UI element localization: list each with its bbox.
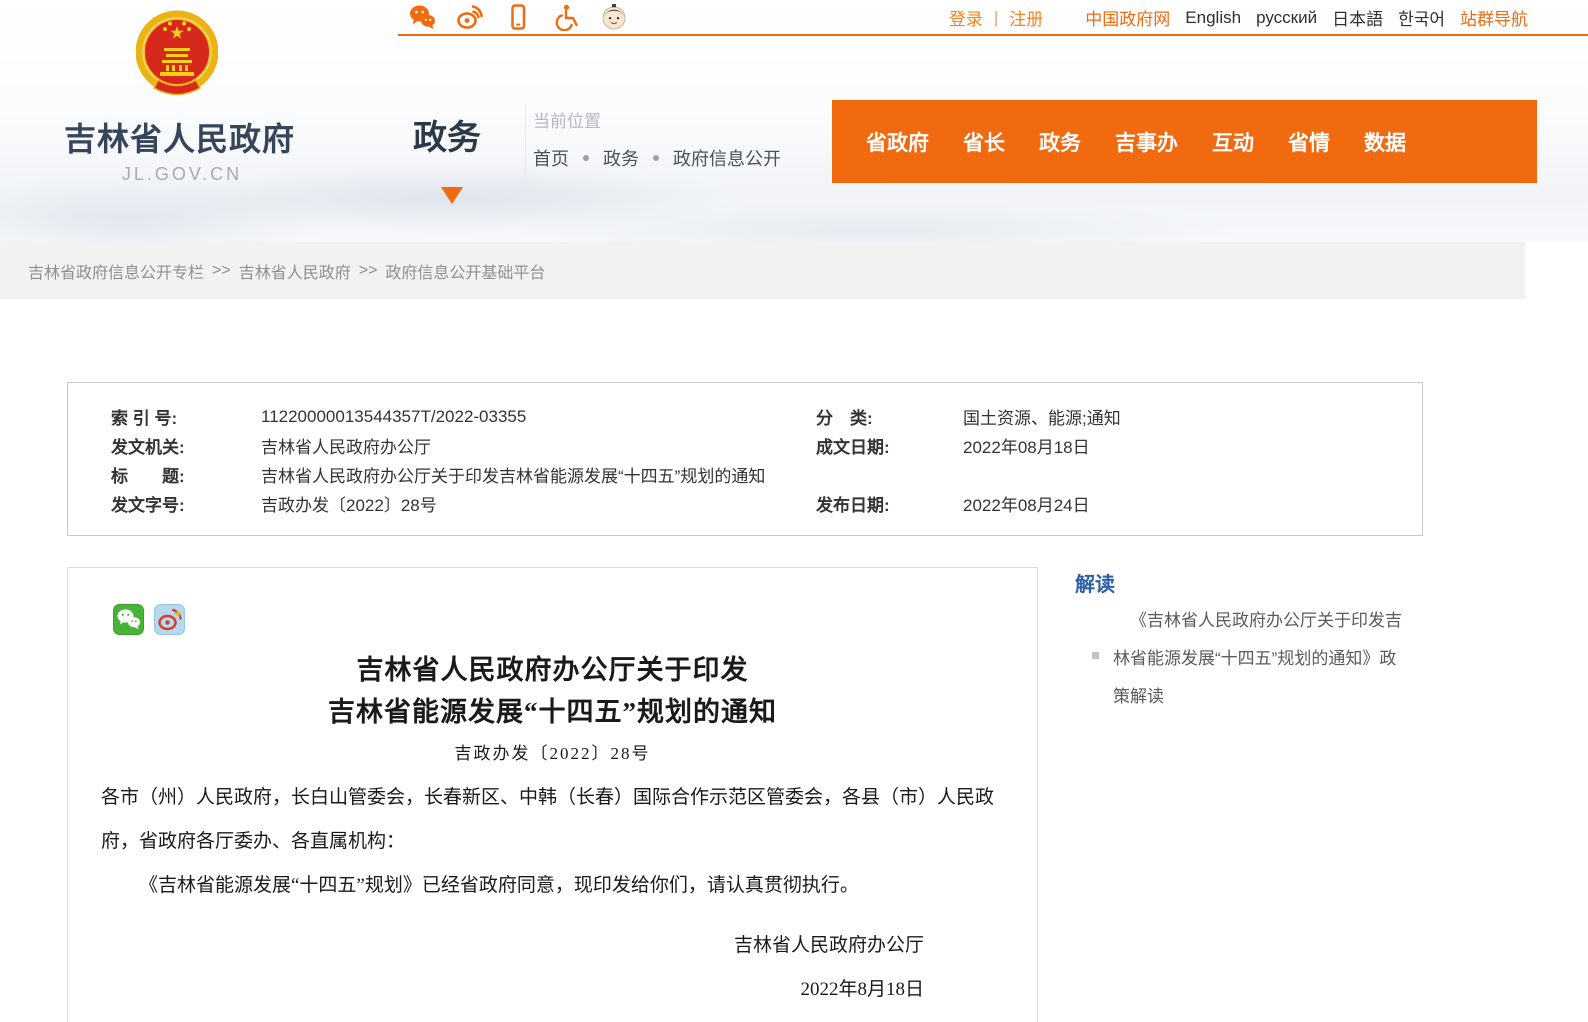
nav-item-jishiban[interactable]: 吉事办	[1115, 127, 1178, 157]
weibo-icon[interactable]	[456, 3, 484, 31]
meta-row: 标 题: 吉林省人民政府办公厅关于印发吉林省能源发展“十四五”规划的通知	[111, 460, 1422, 489]
meta-value-title: 吉林省人民政府办公厅关于印发吉林省能源发展“十四五”规划的通知	[261, 462, 1422, 487]
list-bullet-icon	[1092, 652, 1099, 659]
signature-name: 吉林省人民政府办公厅	[68, 924, 924, 968]
meta-row: 发文机关: 吉林省人民政府办公厅 成文日期: 2022年08月18日	[111, 431, 1422, 460]
lang-english-link[interactable]: English	[1185, 8, 1241, 28]
document-body: 各市（州）人民政府，长白山管委会，长春新区、中韩（长春）国际合作示范区管委会，各…	[101, 776, 1004, 908]
meta-value-publish-date: 2022年08月24日	[963, 491, 1422, 516]
section-tab-zhengwu[interactable]: 政务	[413, 110, 481, 159]
page: 登录 | 注册 中国政府网 English русский 日本語 한국어 站群…	[0, 0, 1588, 1022]
info-platform-breadcrumb: 吉林省政府信息公开专栏 >> 吉林省人民政府 >> 政府信息公开基础平台	[28, 242, 545, 299]
public-release-note: （此件公开发布）	[68, 1012, 1037, 1022]
accessibility-icon[interactable]	[552, 3, 580, 31]
topbar-icons	[408, 1, 628, 33]
info-crumb-platform[interactable]: 政府信息公开基础平台	[385, 259, 545, 283]
wechat-icon[interactable]	[408, 3, 436, 31]
nav-item-province-info[interactable]: 省情	[1288, 127, 1330, 157]
breadcrumb-dot-icon	[583, 155, 589, 161]
meta-value-issuing-agency: 吉林省人民政府办公厅	[261, 433, 816, 458]
document-content-box: 吉林省人民政府办公厅关于印发 吉林省能源发展“十四五”规划的通知 吉政办发〔20…	[67, 567, 1038, 1022]
nav-item-interaction[interactable]: 互动	[1212, 127, 1254, 157]
signature-date: 2022年8月18日	[68, 968, 924, 1012]
document-paragraph-addressees: 各市（州）人民政府，长白山管委会，长春新区、中韩（长春）国际合作示范区管委会，各…	[101, 776, 1004, 864]
document-meta-box: 索 引 号: 11220000013544357T/2022-03355 分 类…	[67, 382, 1423, 536]
meta-label-written-date: 成文日期:	[816, 433, 963, 458]
meta-label-doc-number: 发文字号:	[111, 491, 261, 516]
login-divider: |	[994, 8, 998, 28]
share-wechat-icon[interactable]	[113, 604, 144, 635]
nav-item-zhengwu[interactable]: 政务	[1039, 127, 1081, 157]
lang-korean-link[interactable]: 한국어	[1398, 5, 1445, 30]
topbar-links: 登录 | 注册 中国政府网 English русский 日本語 한국어 站群…	[949, 5, 1528, 30]
interpretation-link[interactable]: 《吉林省人民政府办公厅关于印发吉林省能源发展“十四五”规划的通知》政策解读	[1113, 602, 1413, 716]
info-crumb-separator: >>	[359, 262, 378, 280]
lang-russian-link[interactable]: русский	[1256, 8, 1317, 28]
meta-value-category: 国土资源、能源;通知	[963, 404, 1422, 429]
nav-item-provincial-gov[interactable]: 省政府	[866, 127, 929, 157]
nav-item-governor[interactable]: 省长	[963, 127, 1005, 157]
current-location-label: 当前位置	[533, 107, 601, 132]
meta-value-written-date: 2022年08月18日	[963, 433, 1422, 458]
meta-row: 发文字号: 吉政办发〔2022〕28号 发布日期: 2022年08月24日	[111, 489, 1422, 518]
breadcrumb-dot-icon	[653, 155, 659, 161]
register-link[interactable]: 注册	[1009, 5, 1043, 30]
interpretation-heading: 解读	[1075, 568, 1115, 597]
main-nav: 省政府 省长 政务 吉事办 互动 省情 数据	[832, 100, 1537, 183]
meta-label-index-number: 索 引 号:	[111, 404, 261, 429]
mobile-icon[interactable]	[504, 3, 532, 31]
info-platform-bar: 吉林省政府信息公开专栏 >> 吉林省人民政府 >> 政府信息公开基础平台	[0, 242, 1525, 299]
signature-block: 吉林省人民政府办公厅 2022年8月18日	[68, 924, 1037, 1012]
header-divider	[525, 106, 526, 178]
national-emblem[interactable]	[136, 8, 218, 100]
site-domain: JL.GOV.CN	[68, 164, 296, 185]
meta-row: 索 引 号: 11220000013544357T/2022-03355 分 类…	[111, 402, 1422, 431]
meta-label-category: 分 类:	[816, 404, 963, 429]
info-crumb-disclosure-column[interactable]: 吉林省政府信息公开专栏	[28, 259, 204, 283]
breadcrumb-zhengwu[interactable]: 政务	[603, 145, 639, 171]
site-name[interactable]: 吉林省人民政府	[64, 114, 295, 160]
breadcrumb: 首页 政务 政府信息公开	[533, 145, 781, 171]
lang-japanese-link[interactable]: 日本語	[1332, 5, 1383, 30]
meta-value-doc-number: 吉政办发〔2022〕28号	[261, 491, 816, 516]
document-title-line1: 吉林省人民政府办公厅关于印发	[68, 649, 1037, 691]
breadcrumb-info-disclosure[interactable]: 政府信息公开	[673, 145, 781, 171]
share-weibo-icon[interactable]	[154, 604, 185, 635]
elder-mode-icon[interactable]	[600, 3, 628, 31]
share-row	[68, 568, 1037, 635]
meta-label-publish-date: 发布日期:	[816, 491, 963, 516]
site-group-nav-link[interactable]: 站群导航	[1460, 5, 1528, 30]
document-paragraph-notice: 《吉林省能源发展“十四五”规划》已经省政府同意，现印发给你们，请认真贯彻执行。	[101, 864, 1004, 908]
section-caret-icon	[441, 187, 463, 204]
meta-value-index-number: 11220000013544357T/2022-03355	[261, 407, 816, 427]
info-crumb-provincial-gov[interactable]: 吉林省人民政府	[239, 259, 351, 283]
document-number: 吉政办发〔2022〕28号	[68, 739, 1037, 764]
breadcrumb-home[interactable]: 首页	[533, 145, 569, 171]
nav-item-data[interactable]: 数据	[1364, 127, 1406, 157]
login-link[interactable]: 登录	[949, 5, 983, 30]
topbar-underline	[398, 34, 1588, 36]
info-crumb-separator: >>	[212, 262, 231, 280]
document-title-line2: 吉林省能源发展“十四五”规划的通知	[68, 691, 1037, 733]
meta-label-issuing-agency: 发文机关:	[111, 433, 261, 458]
china-gov-link[interactable]: 中国政府网	[1085, 5, 1170, 30]
meta-label-title: 标 题:	[111, 462, 261, 487]
